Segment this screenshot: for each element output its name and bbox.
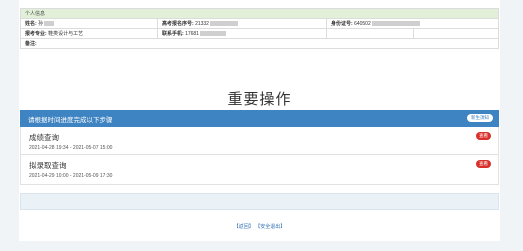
step-row-admission[interactable]: 拟录取查询 2021-04-29 10:00 - 2021-05-09 17:3… [20, 155, 499, 185]
phone-cell: 联系手机: 17681 [157, 28, 327, 39]
exam-no-value: 21332 [195, 21, 209, 27]
name-cell: 姓名: 孙 [20, 18, 158, 29]
freshman-notice-button[interactable]: 新生須知 [467, 114, 493, 122]
phone-label: 联系手机: [162, 31, 184, 37]
redaction [371, 21, 420, 27]
phone-value: 17681 [185, 31, 199, 37]
panel-footer-bar [20, 193, 499, 210]
major-cell: 报考专业: 鞋类设计与工艺 [20, 28, 158, 39]
step-time: 2021-04-29 10:00 - 2021-05-09 17:30 [29, 173, 113, 179]
logout-link[interactable]: 【安全退出】 [255, 224, 285, 230]
personal-info-table: 个人信息 姓名: 孙 高考报名序号: 21332 身份证号: 640502 报考… [20, 8, 499, 49]
name-value: 孙 [38, 21, 44, 27]
section-title: 个人信息 [20, 8, 499, 19]
exam-no-label: 高考报名序号: [162, 21, 194, 27]
view-button[interactable]: 查看 [476, 132, 491, 140]
footer-links: 【返回】 【安全退出】 [19, 223, 500, 230]
exam-no-cell: 高考报名序号: 21332 [157, 18, 327, 29]
page-title: 重要操作 [227, 91, 292, 108]
main-card: 个人信息 姓名: 孙 高考报名序号: 21332 身份证号: 640502 报考… [19, 0, 500, 241]
steps-panel-header: 请根据时间进度完成以下步骤 新生須知 [20, 110, 499, 127]
step-name: 成绩查询 [29, 133, 59, 142]
steps-panel-title: 请根据时间进度完成以下步骤 [28, 117, 113, 124]
remark-cell: 备注: [20, 38, 499, 49]
major-label: 报考专业: [25, 31, 47, 37]
id-cell: 身份证号: 640502 [326, 18, 499, 29]
empty-cell [326, 28, 414, 39]
redaction [199, 31, 226, 37]
step-row-score[interactable]: 成绩查询 2021-04-28 19:34 - 2021-05-07 15:00… [20, 127, 499, 155]
name-label: 姓名: [25, 21, 37, 27]
id-label: 身份证号: [331, 21, 353, 27]
view-button[interactable]: 查看 [476, 160, 491, 168]
major-value: 鞋类设计与工艺 [48, 31, 84, 37]
remark-label: 备注: [25, 41, 37, 47]
empty-cell [413, 28, 499, 39]
redaction [209, 21, 238, 27]
step-name: 拟录取查询 [29, 161, 67, 170]
back-link[interactable]: 【返回】 [234, 224, 254, 230]
redaction [44, 21, 55, 27]
id-value: 640502 [354, 21, 371, 27]
step-time: 2021-04-28 19:34 - 2021-05-07 15:00 [29, 145, 113, 151]
